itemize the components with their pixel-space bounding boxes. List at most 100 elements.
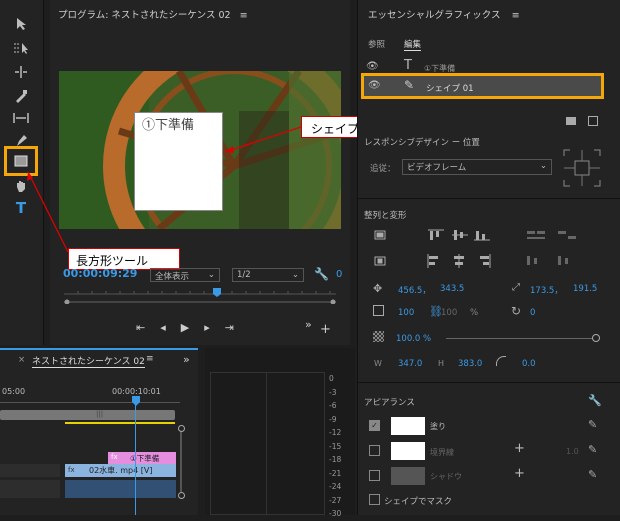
program-ruler[interactable] <box>64 288 336 305</box>
scroll-handle-bottom[interactable] <box>178 492 185 499</box>
eye-icon[interactable]: 👁 <box>366 61 379 72</box>
fill-swatch[interactable] <box>391 417 425 435</box>
pen-layer-icon: ✎ <box>404 78 415 92</box>
add-shadow-icon[interactable]: + <box>514 466 525 481</box>
program-overflow: 0 <box>336 269 343 280</box>
layer-row-shape[interactable]: 👁 ✎ シェイプ 01 <box>361 73 604 99</box>
timeline-close-icon[interactable]: × <box>18 355 25 365</box>
timeline-time-right: 00:00:10:01 <box>112 387 161 396</box>
timeline-zoom-bar[interactable] <box>0 410 175 420</box>
height-value[interactable]: 383.0 <box>458 359 482 369</box>
timeline-tab[interactable]: ネストされたシーケンス 02 <box>32 354 145 368</box>
video-clip[interactable]: fx 02水車. mp4 [V] <box>65 464 176 477</box>
meter-scale: 0 -3 -6 -9 -12 -15 -18 -21 -24 -27 -30 <box>329 374 342 518</box>
mask-label: シェイプでマスク <box>384 497 453 507</box>
opacity-value[interactable]: 100.0 % <box>396 334 431 344</box>
shadow-checkbox[interactable] <box>369 470 380 481</box>
follow-dropdown[interactable]: ビデオフレーム ⌄ <box>402 159 552 175</box>
essential-title: エッセンシャルグラフィックス ≡ <box>368 7 520 21</box>
step-back-icon[interactable]: ◂ <box>160 321 181 334</box>
mark-in-icon[interactable]: ⇤ <box>136 321 160 334</box>
new-layer-folder-icon[interactable] <box>566 117 576 125</box>
width-value[interactable]: 347.0 <box>398 359 422 369</box>
scale-percent: % <box>470 308 479 318</box>
video-clip-label: 02水車. mp4 [V] <box>89 466 153 475</box>
rotation-value[interactable]: 0 <box>530 308 535 318</box>
track-header <box>0 464 60 477</box>
anchor-y[interactable]: 191.5 <box>573 284 597 294</box>
new-layer-icon[interactable] <box>588 116 598 126</box>
audio-clip[interactable] <box>65 480 176 498</box>
zoom-bar-grip: ||| <box>96 410 104 418</box>
work-area-bar[interactable] <box>65 422 175 424</box>
align-icons[interactable] <box>372 228 612 275</box>
stroke-width[interactable]: 1.0 <box>566 447 579 456</box>
fill-checkbox[interactable]: ✓ <box>369 420 380 431</box>
zoom-value: 全体表示 <box>155 272 190 282</box>
meter-bar-area <box>210 372 325 515</box>
anchor-icon: ⤢ <box>512 282 520 293</box>
mask-checkbox[interactable] <box>369 494 380 505</box>
anchor-x[interactable]: 173.5， <box>530 284 563 296</box>
opacity-slider-handle[interactable] <box>592 334 600 342</box>
width-label: W <box>374 359 382 368</box>
position-icon: ✥ <box>373 282 383 295</box>
playhead-line <box>135 405 136 515</box>
essential-menu-icon[interactable]: ≡ <box>512 10 520 21</box>
scroll-handle-top[interactable] <box>178 425 185 432</box>
transport-controls[interactable]: ⇤◂▶▸⇥ <box>136 321 249 334</box>
shadow-label: シャドウ <box>430 472 462 481</box>
corner-radius-value[interactable]: 0.0 <box>522 359 536 369</box>
layer-name: シェイプ 01 <box>426 84 474 94</box>
corner-radius-icon <box>496 356 506 366</box>
fill-eyedropper-icon[interactable]: ✎ <box>588 418 597 431</box>
essential-title-text: エッセンシャルグラフィックス <box>368 10 501 21</box>
follow-value: ビデオフレーム <box>407 163 467 173</box>
stroke-checkbox[interactable] <box>369 445 380 456</box>
fill-label: 塗り <box>430 422 446 431</box>
vertical-scrollbar[interactable] <box>180 432 182 492</box>
scale-icon <box>373 305 384 316</box>
program-timecode[interactable]: 00:00:09:29 <box>63 267 137 280</box>
fx-badge: fx <box>111 453 118 461</box>
rotation-icon: ↻ <box>511 304 522 318</box>
opacity-icon <box>373 331 384 342</box>
step-forward-icon[interactable]: ▸ <box>204 321 225 334</box>
align-transform-title: 整列と変形 <box>364 211 407 221</box>
pin-widget[interactable] <box>562 148 602 188</box>
play-icon[interactable]: ▶ <box>181 321 204 334</box>
mark-out-icon[interactable]: ⇥ <box>225 321 249 334</box>
shadow-swatch[interactable] <box>391 467 425 485</box>
appearance-wrench-icon[interactable]: 🔧 <box>588 394 602 407</box>
timeline-menu-icon[interactable]: ≡ <box>146 354 154 364</box>
graphic-clip[interactable]: fx ①下準備 <box>108 452 176 464</box>
text-layer-icon: T <box>404 58 412 73</box>
resolution-dropdown[interactable]: 1/2 ⌄ <box>232 268 304 282</box>
resolution-value: 1/2 <box>237 270 251 280</box>
position-x[interactable]: 456.5， <box>398 284 431 296</box>
tab-edit[interactable]: 編集 <box>404 38 422 51</box>
scale-value[interactable]: 100 <box>398 308 414 318</box>
scale-height[interactable]: 100 <box>441 308 457 318</box>
timeline-more-icon[interactable]: » <box>183 353 190 366</box>
zoom-dropdown[interactable]: 全体表示 ⌄ <box>150 268 220 282</box>
stroke-eyedropper-icon[interactable]: ✎ <box>588 443 597 456</box>
stroke-swatch[interactable] <box>391 442 425 460</box>
track-header <box>0 480 60 498</box>
add-stroke-icon[interactable]: + <box>514 441 525 456</box>
timeline-time-left: 05:00 <box>2 387 26 396</box>
follow-label: 追従： <box>370 164 396 174</box>
eye-icon[interactable]: 👁 <box>368 80 381 91</box>
timeline-ruler[interactable] <box>0 398 180 403</box>
wrench-icon[interactable]: 🔧 <box>314 267 329 281</box>
position-y[interactable]: 343.5 <box>440 284 464 294</box>
tab-browse[interactable]: 参照 <box>368 38 385 50</box>
fx-badge: fx <box>68 466 75 474</box>
add-button-icon[interactable]: + <box>320 322 331 337</box>
shadow-eyedropper-icon[interactable]: ✎ <box>588 468 597 481</box>
opacity-slider[interactable] <box>446 338 596 339</box>
stroke-label: 境界線 <box>430 448 454 457</box>
height-label: H <box>438 359 445 368</box>
responsive-design-label: レスポンシブデザイン ー 位置 <box>364 138 480 148</box>
button-editor-icon[interactable]: » <box>305 318 312 331</box>
